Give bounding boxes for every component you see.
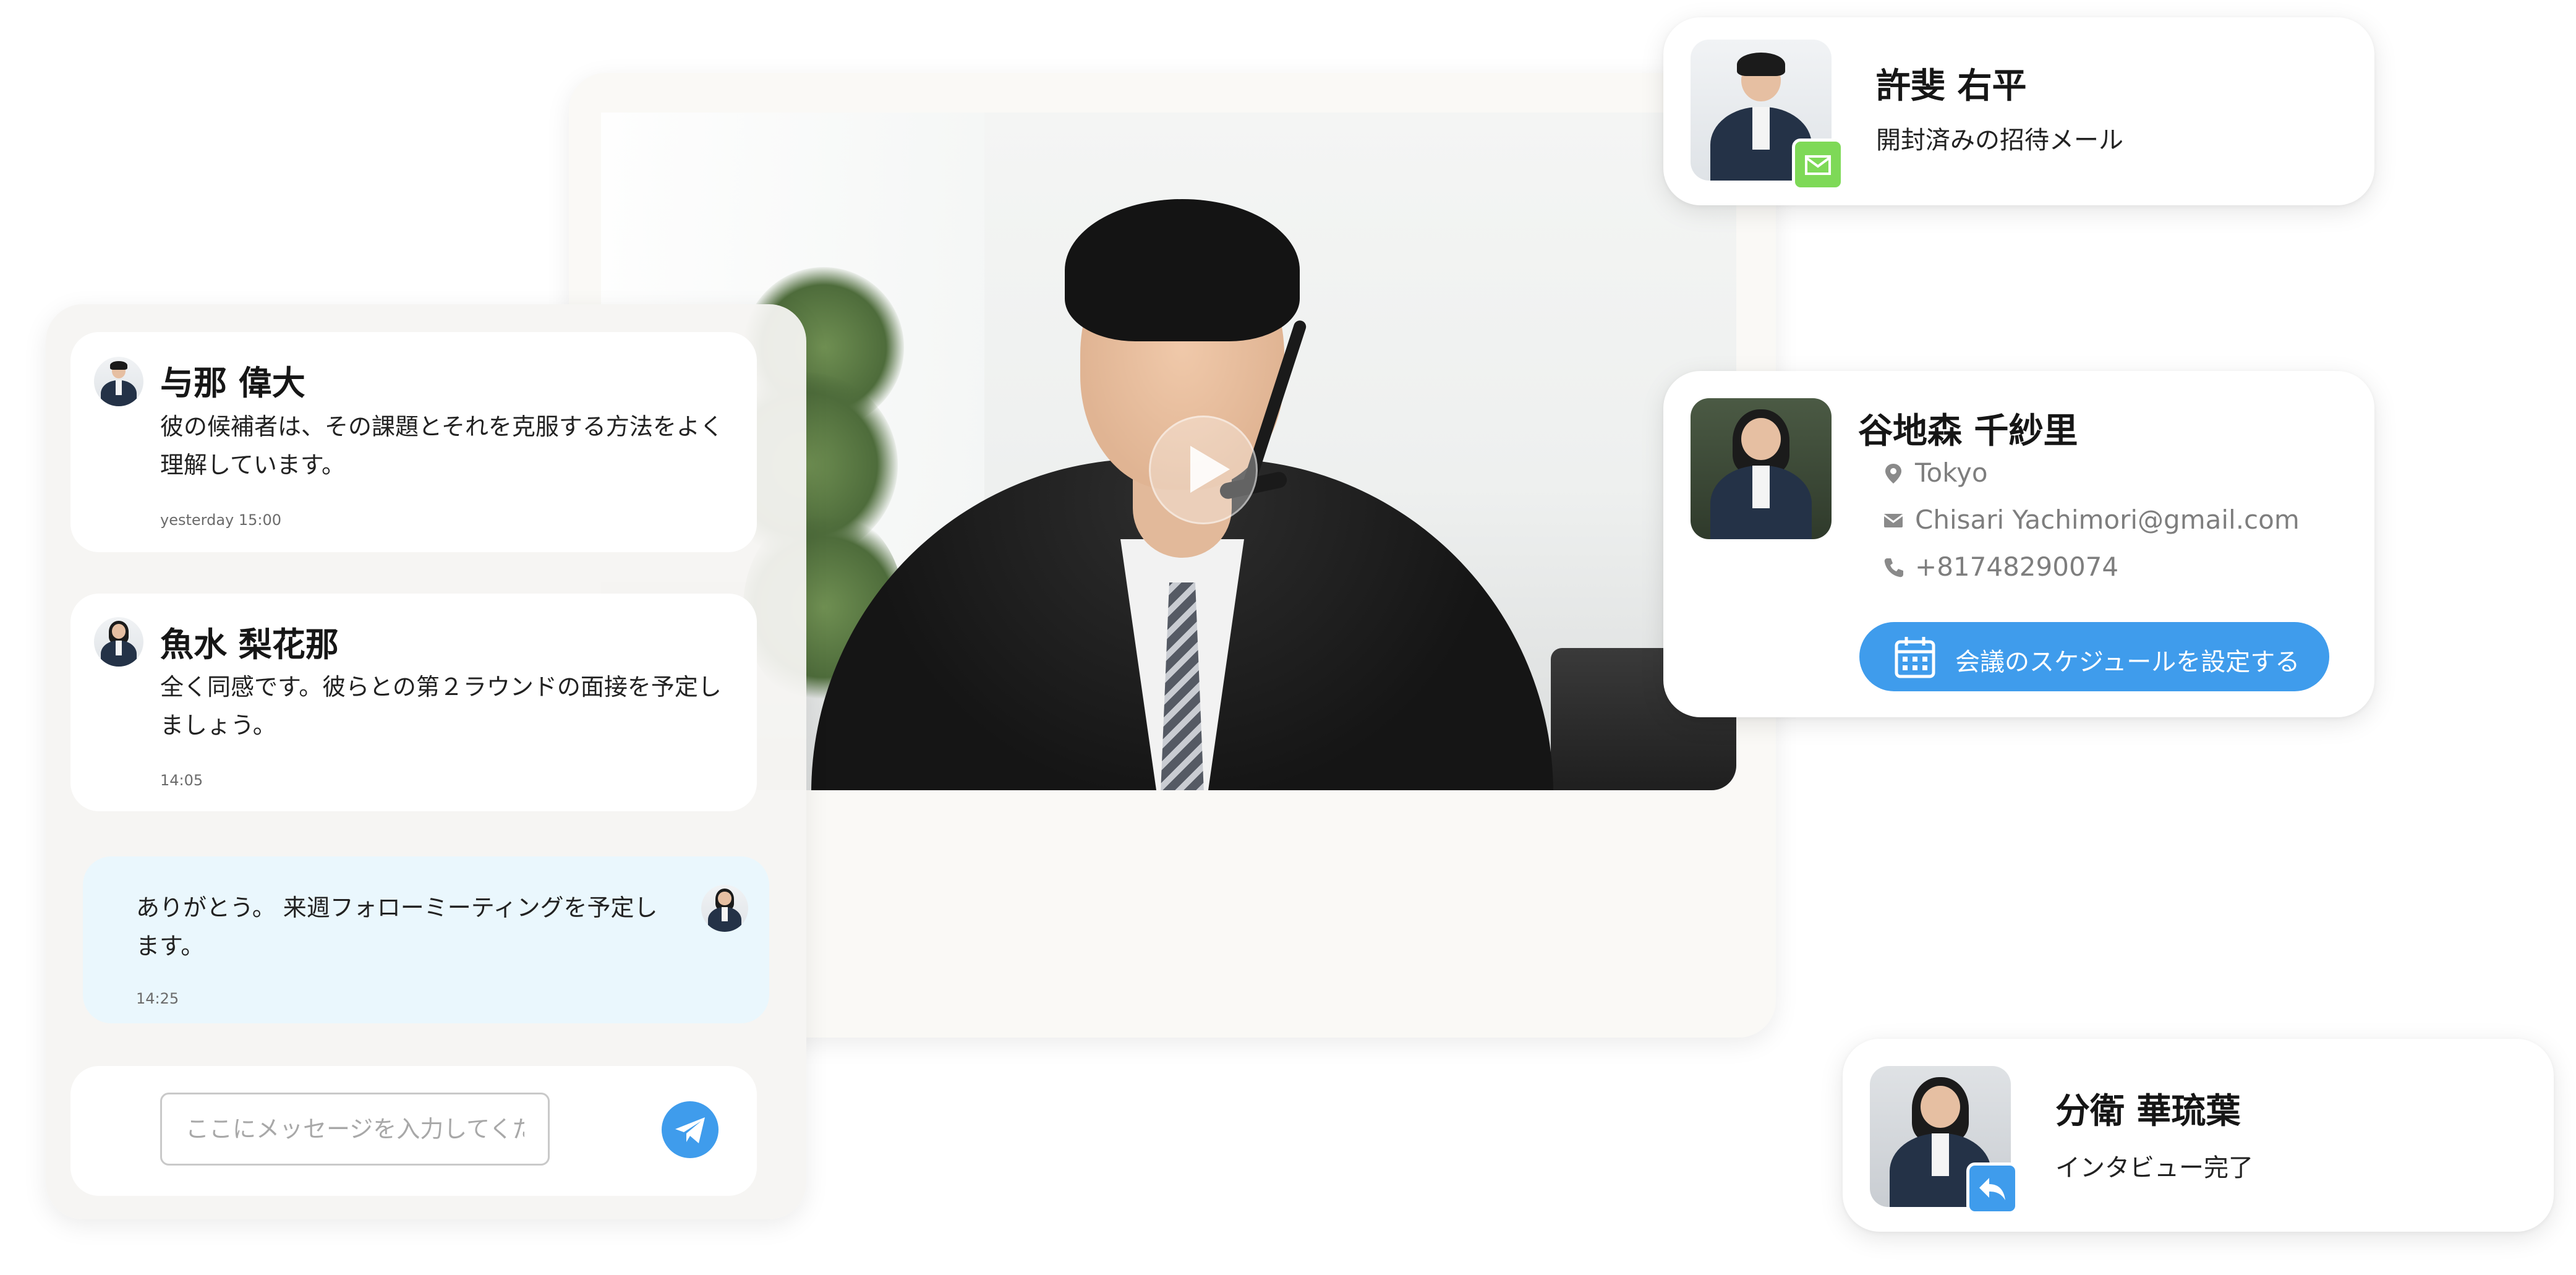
send-button[interactable] [662,1101,719,1158]
chat-message-own: ありがとう。 来週フォローミーティングを予定します。 14:25 [83,856,769,1023]
candidate-card[interactable]: 許斐 右平 開封済みの招待メール [1663,17,2374,205]
message-author: 与那 偉大 [160,364,305,403]
message-time: 14:05 [160,772,203,789]
message-time: 14:25 [136,990,179,1007]
email-opened-icon [1805,155,1831,175]
candidate-status: インタビュー完了 [2055,1154,2253,1182]
message-input[interactable] [160,1093,550,1166]
candidate-card[interactable]: 分衛 華琉葉 インタビュー完了 [1843,1039,2554,1232]
location-pin-icon [1885,464,1901,484]
message-composer [70,1066,757,1196]
message-author: 魚水 梨花那 [160,625,339,664]
email-opened-badge [1792,139,1844,190]
phone-icon [1884,558,1903,578]
candidate-location: Tokyo [1915,458,1988,488]
candidate-photo [1691,398,1832,539]
candidate-name: 谷地森 千紗里 [1858,411,2078,451]
candidate-name: 許斐 右平 [1876,66,2027,106]
schedule-meeting-button[interactable]: 会議のスケジュールを設定する [1859,622,2329,691]
play-button[interactable] [1149,416,1258,524]
calendar-icon [1895,637,1935,678]
candidate-detail-card: 谷地森 千紗里 Tokyo Chisari Yachimori@gmail.co… [1663,371,2374,717]
email-icon [1883,514,1903,527]
schedule-meeting-label: 会議のスケジュールを設定する [1955,648,2300,676]
avatar [701,885,748,932]
avatar [94,617,143,667]
candidate-name: 分衛 華琉葉 [2055,1091,2241,1132]
play-icon [1190,446,1230,493]
message-text: 彼の候補者は、その課題とそれを克服する方法をよく理解しています。 [160,413,723,479]
message-text: 全く同感です。彼らとの第２ラウンドの面接を予定しましょう。 [160,673,722,739]
paper-plane-icon [675,1117,705,1143]
chat-message: 与那 偉大 彼の候補者は、その課題とそれを克服する方法をよく理解しています。 y… [70,332,757,552]
avatar [94,357,143,406]
reply-icon [1979,1178,2005,1200]
person-hair [1065,199,1300,341]
chat-panel: 与那 偉大 彼の候補者は、その課題とそれを克服する方法をよく理解しています。 y… [46,304,806,1219]
message-time: yesterday 15:00 [160,511,282,529]
candidate-email[interactable]: Chisari Yachimori@gmail.com [1915,505,2300,535]
message-text: ありがとう。 来週フォローミーティングを予定します。 [136,894,658,960]
chat-message: 魚水 梨花那 全く同感です。彼らとの第２ラウンドの面接を予定しましょう。 14:… [70,594,757,811]
candidate-phone[interactable]: +81748290074 [1915,552,2118,582]
candidate-status: 開封済みの招待メール [1876,126,2123,155]
reply-badge [1966,1162,2018,1214]
